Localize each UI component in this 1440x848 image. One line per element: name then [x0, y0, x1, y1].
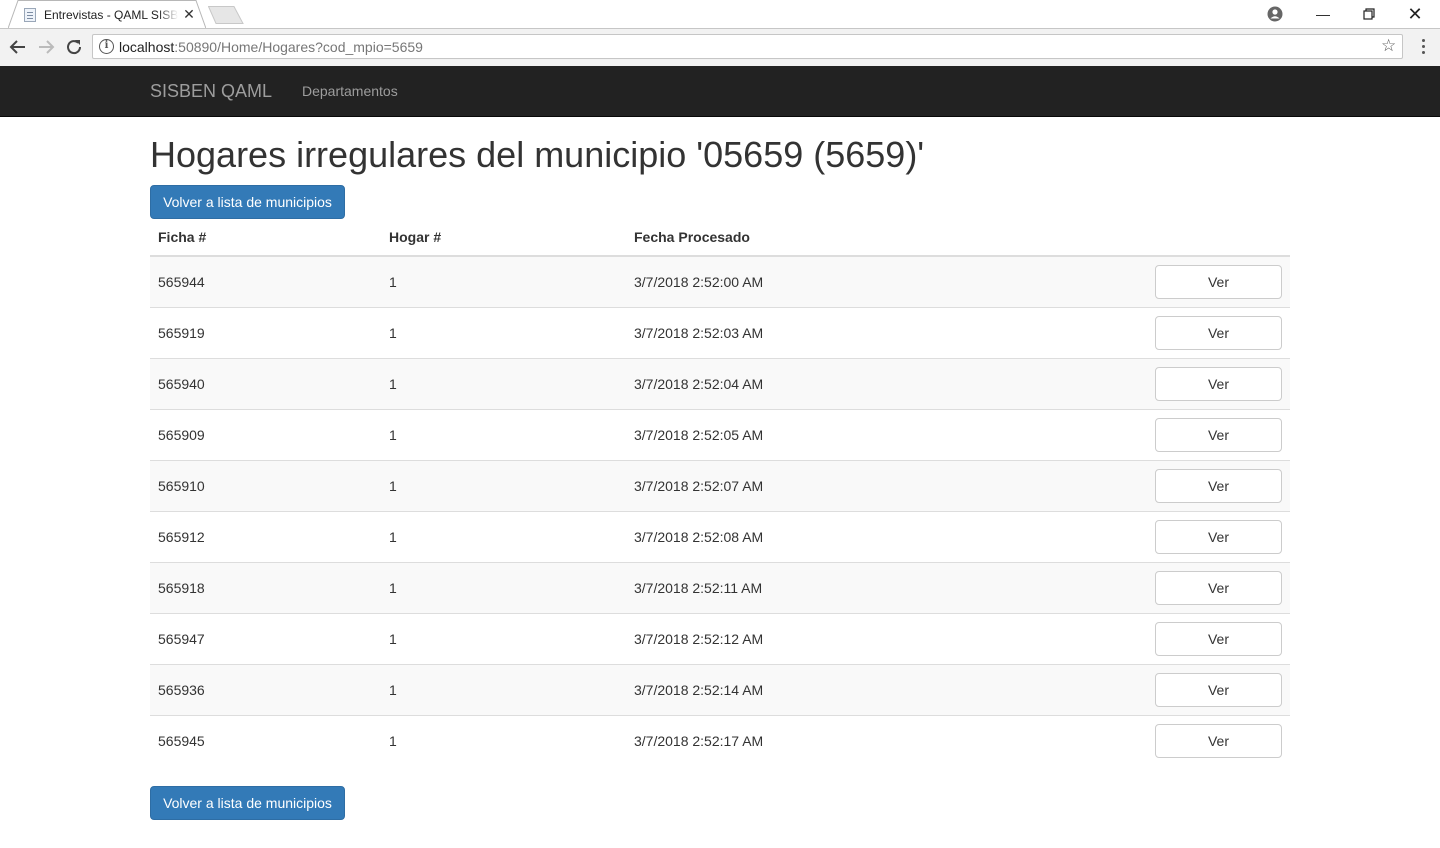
ver-button[interactable]: Ver — [1155, 621, 1282, 656]
browser-toolbar: i localhost:50890/Home/Hogares?cod_mpio=… — [0, 29, 1440, 66]
cell-fecha: 3/7/2018 2:52:14 AM — [626, 663, 1146, 715]
cell-hogar: 1 — [381, 306, 626, 358]
tab-title: Entrevistas - QAML SISBEN — [44, 8, 178, 22]
ver-button[interactable]: Ver — [1155, 315, 1282, 350]
reload-icon[interactable] — [63, 36, 85, 58]
back-arrow-icon[interactable] — [7, 36, 29, 58]
table-header-row: Ficha # Hogar # Fecha Procesado — [150, 218, 1290, 257]
site-info-icon[interactable]: i — [99, 39, 114, 54]
cell-fecha: 3/7/2018 2:52:11 AM — [626, 561, 1146, 613]
cell-hogar: 1 — [381, 612, 626, 664]
tab-close-icon[interactable]: ✕ — [182, 7, 196, 21]
table-row: 565909 1 3/7/2018 2:52:05 AM Ver — [150, 408, 1290, 460]
cell-action: Ver — [1146, 561, 1290, 613]
cell-hogar: 1 — [381, 255, 626, 307]
table-row: 565940 1 3/7/2018 2:52:04 AM Ver — [150, 357, 1290, 409]
cell-action: Ver — [1146, 408, 1290, 460]
cell-action: Ver — [1146, 306, 1290, 358]
cell-fecha: 3/7/2018 2:52:00 AM — [626, 255, 1146, 307]
cell-ficha: 565909 — [150, 408, 381, 460]
cell-fecha: 3/7/2018 2:52:17 AM — [626, 714, 1146, 766]
cell-hogar: 1 — [381, 714, 626, 766]
ver-button[interactable]: Ver — [1155, 672, 1282, 707]
address-bar[interactable]: i localhost:50890/Home/Hogares?cod_mpio=… — [92, 34, 1403, 59]
profile-icon[interactable] — [1267, 6, 1283, 22]
cell-ficha: 565919 — [150, 306, 381, 358]
header-hogar: Hogar # — [381, 218, 626, 257]
browser-menu-icon[interactable] — [1414, 36, 1432, 58]
cell-ficha: 565944 — [150, 255, 381, 307]
cell-hogar: 1 — [381, 408, 626, 460]
cell-hogar: 1 — [381, 357, 626, 409]
table-row: 565947 1 3/7/2018 2:52:12 AM Ver — [150, 612, 1290, 664]
cell-fecha: 3/7/2018 2:52:12 AM — [626, 612, 1146, 664]
url-host: localhost — [119, 39, 175, 55]
cell-hogar: 1 — [381, 663, 626, 715]
cell-fecha: 3/7/2018 2:52:07 AM — [626, 459, 1146, 511]
page-favicon-icon — [24, 8, 36, 22]
table-row: 565945 1 3/7/2018 2:52:17 AM Ver — [150, 714, 1290, 766]
ver-button[interactable]: Ver — [1155, 468, 1282, 503]
cell-fecha: 3/7/2018 2:52:08 AM — [626, 510, 1146, 562]
nav-link-departamentos[interactable]: Departamentos — [302, 83, 398, 99]
new-tab-button[interactable] — [208, 6, 244, 24]
table-row: 565912 1 3/7/2018 2:52:08 AM Ver — [150, 510, 1290, 562]
restore-icon[interactable] — [1346, 0, 1392, 28]
ver-button[interactable]: Ver — [1155, 417, 1282, 452]
cell-ficha: 565936 — [150, 663, 381, 715]
back-to-municipios-button-bottom[interactable]: Volver a lista de municipios — [150, 786, 345, 820]
cell-ficha: 565947 — [150, 612, 381, 664]
navbar-brand[interactable]: SISBEN QAML — [150, 81, 272, 102]
url-text: localhost:50890/Home/Hogares?cod_mpio=56… — [119, 39, 423, 55]
table-row: 565936 1 3/7/2018 2:52:14 AM Ver — [150, 663, 1290, 715]
cell-hogar: 1 — [381, 561, 626, 613]
cell-action: Ver — [1146, 255, 1290, 307]
cell-hogar: 1 — [381, 459, 626, 511]
table-row: 565919 1 3/7/2018 2:52:03 AM Ver — [150, 306, 1290, 358]
cell-ficha: 565945 — [150, 714, 381, 766]
cell-action: Ver — [1146, 510, 1290, 562]
browser-tabstrip: Entrevistas - QAML SISBEN ✕ — ✕ — [0, 0, 1440, 29]
back-to-municipios-button-top[interactable]: Volver a lista de municipios — [150, 185, 345, 219]
top-navbar: SISBEN QAML Departamentos — [0, 66, 1440, 117]
ver-button[interactable]: Ver — [1155, 723, 1282, 758]
minimize-icon[interactable]: — — [1300, 0, 1346, 28]
forward-arrow-icon[interactable] — [35, 36, 57, 58]
cell-ficha: 565918 — [150, 561, 381, 613]
header-actions — [1146, 218, 1290, 257]
cell-action: Ver — [1146, 459, 1290, 511]
table-row: 565918 1 3/7/2018 2:52:11 AM Ver — [150, 561, 1290, 613]
households-table: Ficha # Hogar # Fecha Procesado 565944 1… — [150, 218, 1290, 766]
bookmark-star-icon[interactable]: ☆ — [1381, 36, 1396, 56]
close-window-icon[interactable]: ✕ — [1392, 0, 1438, 28]
header-fecha-procesado: Fecha Procesado — [626, 218, 1146, 257]
ver-button[interactable]: Ver — [1155, 519, 1282, 554]
cell-fecha: 3/7/2018 2:52:05 AM — [626, 408, 1146, 460]
cell-action: Ver — [1146, 714, 1290, 766]
ver-button[interactable]: Ver — [1155, 264, 1282, 299]
cell-action: Ver — [1146, 357, 1290, 409]
url-path: :50890/Home/Hogares?cod_mpio=5659 — [174, 39, 423, 55]
cell-fecha: 3/7/2018 2:52:04 AM — [626, 357, 1146, 409]
browser-tab[interactable]: Entrevistas - QAML SISBEN ✕ — [8, 0, 206, 29]
cell-hogar: 1 — [381, 510, 626, 562]
ver-button[interactable]: Ver — [1155, 366, 1282, 401]
ver-button[interactable]: Ver — [1155, 570, 1282, 605]
cell-ficha: 565912 — [150, 510, 381, 562]
table-row: 565944 1 3/7/2018 2:52:00 AM Ver — [150, 255, 1290, 307]
cell-action: Ver — [1146, 612, 1290, 664]
cell-fecha: 3/7/2018 2:52:03 AM — [626, 306, 1146, 358]
cell-action: Ver — [1146, 663, 1290, 715]
header-ficha: Ficha # — [150, 218, 381, 257]
table-row: 565910 1 3/7/2018 2:52:07 AM Ver — [150, 459, 1290, 511]
page-title: Hogares irregulares del municipio '05659… — [150, 134, 925, 175]
cell-ficha: 565910 — [150, 459, 381, 511]
cell-ficha: 565940 — [150, 357, 381, 409]
